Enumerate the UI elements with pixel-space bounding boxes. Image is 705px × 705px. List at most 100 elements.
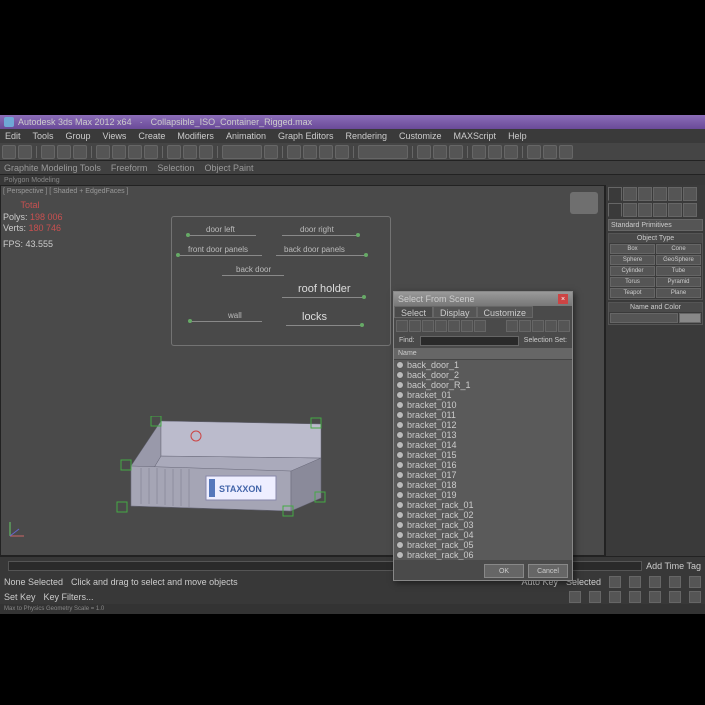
list-item[interactable]: bracket_rack_06 — [394, 550, 572, 560]
list-item[interactable]: bracket_rack_05 — [394, 540, 572, 550]
fov-button[interactable] — [629, 591, 641, 603]
collapse-icon[interactable] — [558, 320, 570, 332]
geometry-subtab[interactable] — [608, 203, 622, 217]
timeline[interactable]: Add Time Tag — [0, 556, 705, 574]
percent-snap-button[interactable] — [319, 145, 333, 159]
prev-frame-button[interactable] — [649, 576, 661, 588]
menu-modifiers[interactable]: Modifiers — [174, 130, 217, 142]
snap-button[interactable] — [287, 145, 301, 159]
select-none-icon[interactable] — [519, 320, 531, 332]
object-name-field[interactable] — [610, 313, 678, 323]
next-frame-button[interactable] — [669, 576, 681, 588]
spacewarps-subtab[interactable] — [683, 203, 697, 217]
maximize-button[interactable] — [689, 591, 701, 603]
zoom-button[interactable] — [569, 591, 581, 603]
list-item[interactable]: bracket_017 — [394, 470, 572, 480]
mirror-button[interactable] — [417, 145, 431, 159]
zoom-all-button[interactable] — [589, 591, 601, 603]
window-crossing-button[interactable] — [144, 145, 158, 159]
list-header-name[interactable]: Name — [394, 348, 572, 360]
render-button[interactable] — [559, 145, 573, 159]
expand-icon[interactable] — [545, 320, 557, 332]
utilities-tab[interactable] — [683, 187, 697, 201]
selectname-button[interactable] — [112, 145, 126, 159]
pan-button[interactable] — [649, 591, 661, 603]
cone-button[interactable]: Cone — [656, 244, 701, 254]
render-frame-button[interactable] — [543, 145, 557, 159]
rectselect-button[interactable] — [128, 145, 142, 159]
hierarchy-tab[interactable] — [638, 187, 652, 201]
move-button[interactable] — [167, 145, 181, 159]
bind-button[interactable] — [73, 145, 87, 159]
menu-views[interactable]: Views — [100, 130, 130, 142]
list-item[interactable]: bracket_rack_01 — [394, 500, 572, 510]
pivot-button[interactable] — [264, 145, 278, 159]
motion-tab[interactable] — [653, 187, 667, 201]
select-all-icon[interactable] — [506, 320, 518, 332]
viewport-label[interactable]: [ Perspective ] [ Shaded + EdgedFaces ] — [3, 188, 129, 195]
lights-subtab[interactable] — [638, 203, 652, 217]
rotate-button[interactable] — [183, 145, 197, 159]
pyramid-button[interactable]: Pyramid — [656, 277, 701, 287]
named-sel-button[interactable] — [358, 145, 408, 159]
find-input[interactable] — [420, 336, 519, 346]
list-item[interactable]: bracket_016 — [394, 460, 572, 470]
list-item[interactable]: bracket_015 — [394, 450, 572, 460]
list-item[interactable]: bracket_012 — [394, 420, 572, 430]
menu-group[interactable]: Group — [63, 130, 94, 142]
list-item[interactable]: bracket_rack_04 — [394, 530, 572, 540]
dialog-tab-select[interactable]: Select — [394, 306, 433, 318]
rollout-namecolor[interactable]: Name and Color — [609, 303, 702, 312]
modify-tab[interactable] — [623, 187, 637, 201]
tube-button[interactable]: Tube — [656, 266, 701, 276]
filter-spacewarp-icon[interactable] — [461, 320, 473, 332]
menu-tools[interactable]: Tools — [30, 130, 57, 142]
layers-button[interactable] — [449, 145, 463, 159]
menu-animation[interactable]: Animation — [223, 130, 269, 142]
helpers-subtab[interactable] — [668, 203, 682, 217]
sphere-button[interactable]: Sphere — [610, 255, 655, 265]
dialog-titlebar[interactable]: Select From Scene × — [394, 292, 572, 306]
filter-helper-icon[interactable] — [448, 320, 460, 332]
menu-rendering[interactable]: Rendering — [343, 130, 391, 142]
menu-customize[interactable]: Customize — [396, 130, 445, 142]
menu-grapheditors[interactable]: Graph Editors — [275, 130, 337, 142]
refcoord-button[interactable] — [222, 145, 262, 159]
keyfilters-button[interactable]: Key Filters... — [44, 592, 94, 602]
zoom-extents-button[interactable] — [609, 591, 621, 603]
select-button[interactable] — [96, 145, 110, 159]
filter-camera-icon[interactable] — [435, 320, 447, 332]
menu-maxscript[interactable]: MAXScript — [451, 130, 500, 142]
list-item[interactable]: bracket_rack_02 — [394, 510, 572, 520]
scale-button[interactable] — [199, 145, 213, 159]
teapot-button[interactable]: Teapot — [610, 288, 655, 298]
list-item[interactable]: bracket_010 — [394, 400, 572, 410]
addtag-button[interactable]: Add Time Tag — [646, 561, 701, 571]
cameras-subtab[interactable] — [653, 203, 667, 217]
redo-button[interactable] — [18, 145, 32, 159]
select-invert-icon[interactable] — [532, 320, 544, 332]
create-tab[interactable] — [608, 187, 622, 201]
scene-object-list[interactable]: back_door_1back_door_2back_door_R_1brack… — [394, 360, 572, 560]
filter-bone-icon[interactable] — [474, 320, 486, 332]
setkey-button[interactable]: Set Key — [4, 592, 36, 602]
box-button[interactable]: Box — [610, 244, 655, 254]
close-icon[interactable]: × — [558, 294, 568, 304]
list-item[interactable]: bracket_rack_03 — [394, 520, 572, 530]
list-item[interactable]: back_door_2 — [394, 370, 572, 380]
ribbon-tab-selection[interactable]: Selection — [157, 163, 194, 173]
filter-geom-icon[interactable] — [396, 320, 408, 332]
ribbon-tab-graphite[interactable]: Graphite Modeling Tools — [4, 163, 101, 173]
list-item[interactable]: bracket_013 — [394, 430, 572, 440]
maxscript-listener[interactable]: Max to Physics Geometry Scale = 1.0 — [0, 604, 705, 614]
list-item[interactable]: bracket_014 — [394, 440, 572, 450]
viewcube[interactable] — [570, 192, 598, 214]
material-editor-button[interactable] — [504, 145, 518, 159]
goto-start-button[interactable] — [629, 576, 641, 588]
geosphere-button[interactable]: GeoSphere — [656, 255, 701, 265]
list-item[interactable]: bracket_01 — [394, 390, 572, 400]
filter-shape-icon[interactable] — [409, 320, 421, 332]
category-dropdown[interactable]: Standard Primitives — [608, 219, 703, 231]
plane-button[interactable]: Plane — [656, 288, 701, 298]
ok-button[interactable]: OK — [484, 564, 524, 578]
